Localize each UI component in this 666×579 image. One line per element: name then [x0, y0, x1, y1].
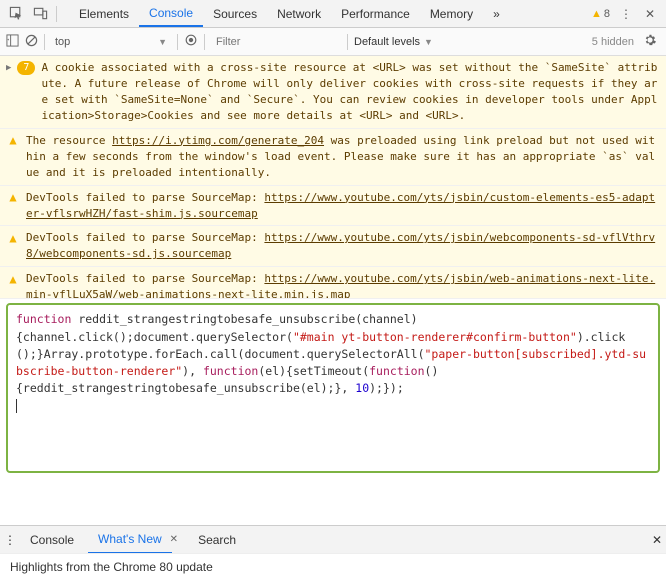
warning-icon: ▲	[6, 134, 20, 148]
tab-memory[interactable]: Memory	[420, 0, 483, 27]
toggle-sidebar-icon[interactable]	[6, 34, 19, 50]
warning-icon: ▲	[6, 191, 20, 205]
drawer-tab-search[interactable]: Search	[188, 526, 246, 553]
inspect-icon[interactable]	[4, 2, 28, 26]
separator	[204, 34, 205, 50]
message-text: The resource https://i.ytimg.com/generat…	[26, 133, 660, 181]
tab-elements[interactable]: Elements	[69, 0, 139, 27]
message-text: DevTools failed to parse SourceMap: http…	[26, 271, 660, 294]
console-message[interactable]: ▲ DevTools failed to parse SourceMap: ht…	[0, 267, 666, 299]
tab-sources[interactable]: Sources	[203, 0, 267, 27]
expand-icon[interactable]: ▶	[6, 62, 11, 124]
warning-count[interactable]: ▲ 8	[591, 8, 610, 20]
chevron-down-icon: ▼	[424, 37, 433, 47]
levels-label: Default levels	[354, 36, 420, 48]
separator	[177, 34, 178, 50]
console-message-group[interactable]: ▶ 7 A cookie associated with a cross-sit…	[0, 56, 666, 129]
warning-icon: ▲	[6, 231, 20, 245]
message-text: DevTools failed to parse SourceMap: http…	[26, 190, 660, 222]
tab-overflow[interactable]: »	[483, 0, 510, 27]
message-text: DevTools failed to parse SourceMap: http…	[26, 230, 660, 262]
log-levels-selector[interactable]: Default levels ▼	[354, 36, 433, 48]
warning-icon: ▲	[6, 272, 20, 286]
console-message[interactable]: ▲ DevTools failed to parse SourceMap: ht…	[0, 226, 666, 267]
warning-icon: ▲	[591, 8, 602, 20]
filter-input[interactable]	[211, 33, 341, 51]
chevron-down-icon: ▼	[158, 37, 167, 47]
hidden-count[interactable]: 5 hidden	[592, 36, 634, 48]
console-output[interactable]: ▶ 7 A cookie associated with a cross-sit…	[0, 56, 666, 525]
drawer-tab-whats-new[interactable]: What's New	[88, 527, 172, 554]
separator	[56, 6, 57, 22]
panel-tabs: Elements Console Sources Network Perform…	[69, 0, 510, 27]
warning-count-value: 8	[604, 8, 610, 20]
live-expression-icon[interactable]	[184, 33, 198, 50]
close-icon[interactable]: ✕	[170, 534, 184, 545]
device-toolbar-icon[interactable]	[28, 2, 52, 26]
console-message[interactable]: ▲ DevTools failed to parse SourceMap: ht…	[0, 186, 666, 227]
kebab-menu-icon[interactable]: ⋮	[614, 2, 638, 26]
close-panel-icon[interactable]: ✕	[638, 2, 662, 26]
message-count-badge: 7	[17, 61, 35, 75]
gear-icon[interactable]	[640, 33, 660, 50]
tab-console[interactable]: Console	[139, 0, 203, 27]
message-text: A cookie associated with a cross-site re…	[41, 60, 660, 124]
kebab-menu-icon[interactable]: ⋮	[4, 533, 16, 547]
separator	[347, 34, 348, 50]
tab-performance[interactable]: Performance	[331, 0, 420, 27]
drawer-content: Highlights from the Chrome 80 update	[0, 553, 666, 579]
tab-network[interactable]: Network	[267, 0, 331, 27]
message-link[interactable]: https://i.ytimg.com/generate_204	[112, 134, 324, 147]
context-label: top	[55, 36, 70, 48]
console-message[interactable]: ▲ The resource https://i.ytimg.com/gener…	[0, 129, 666, 186]
console-input[interactable]: function reddit_strangestringtobesafe_un…	[6, 303, 660, 473]
context-selector[interactable]: top ▼	[51, 36, 171, 48]
separator	[44, 34, 45, 50]
clear-console-icon[interactable]	[25, 34, 38, 50]
drawer-tab-console[interactable]: Console	[20, 526, 84, 553]
close-drawer-icon[interactable]: ✕	[652, 533, 662, 547]
